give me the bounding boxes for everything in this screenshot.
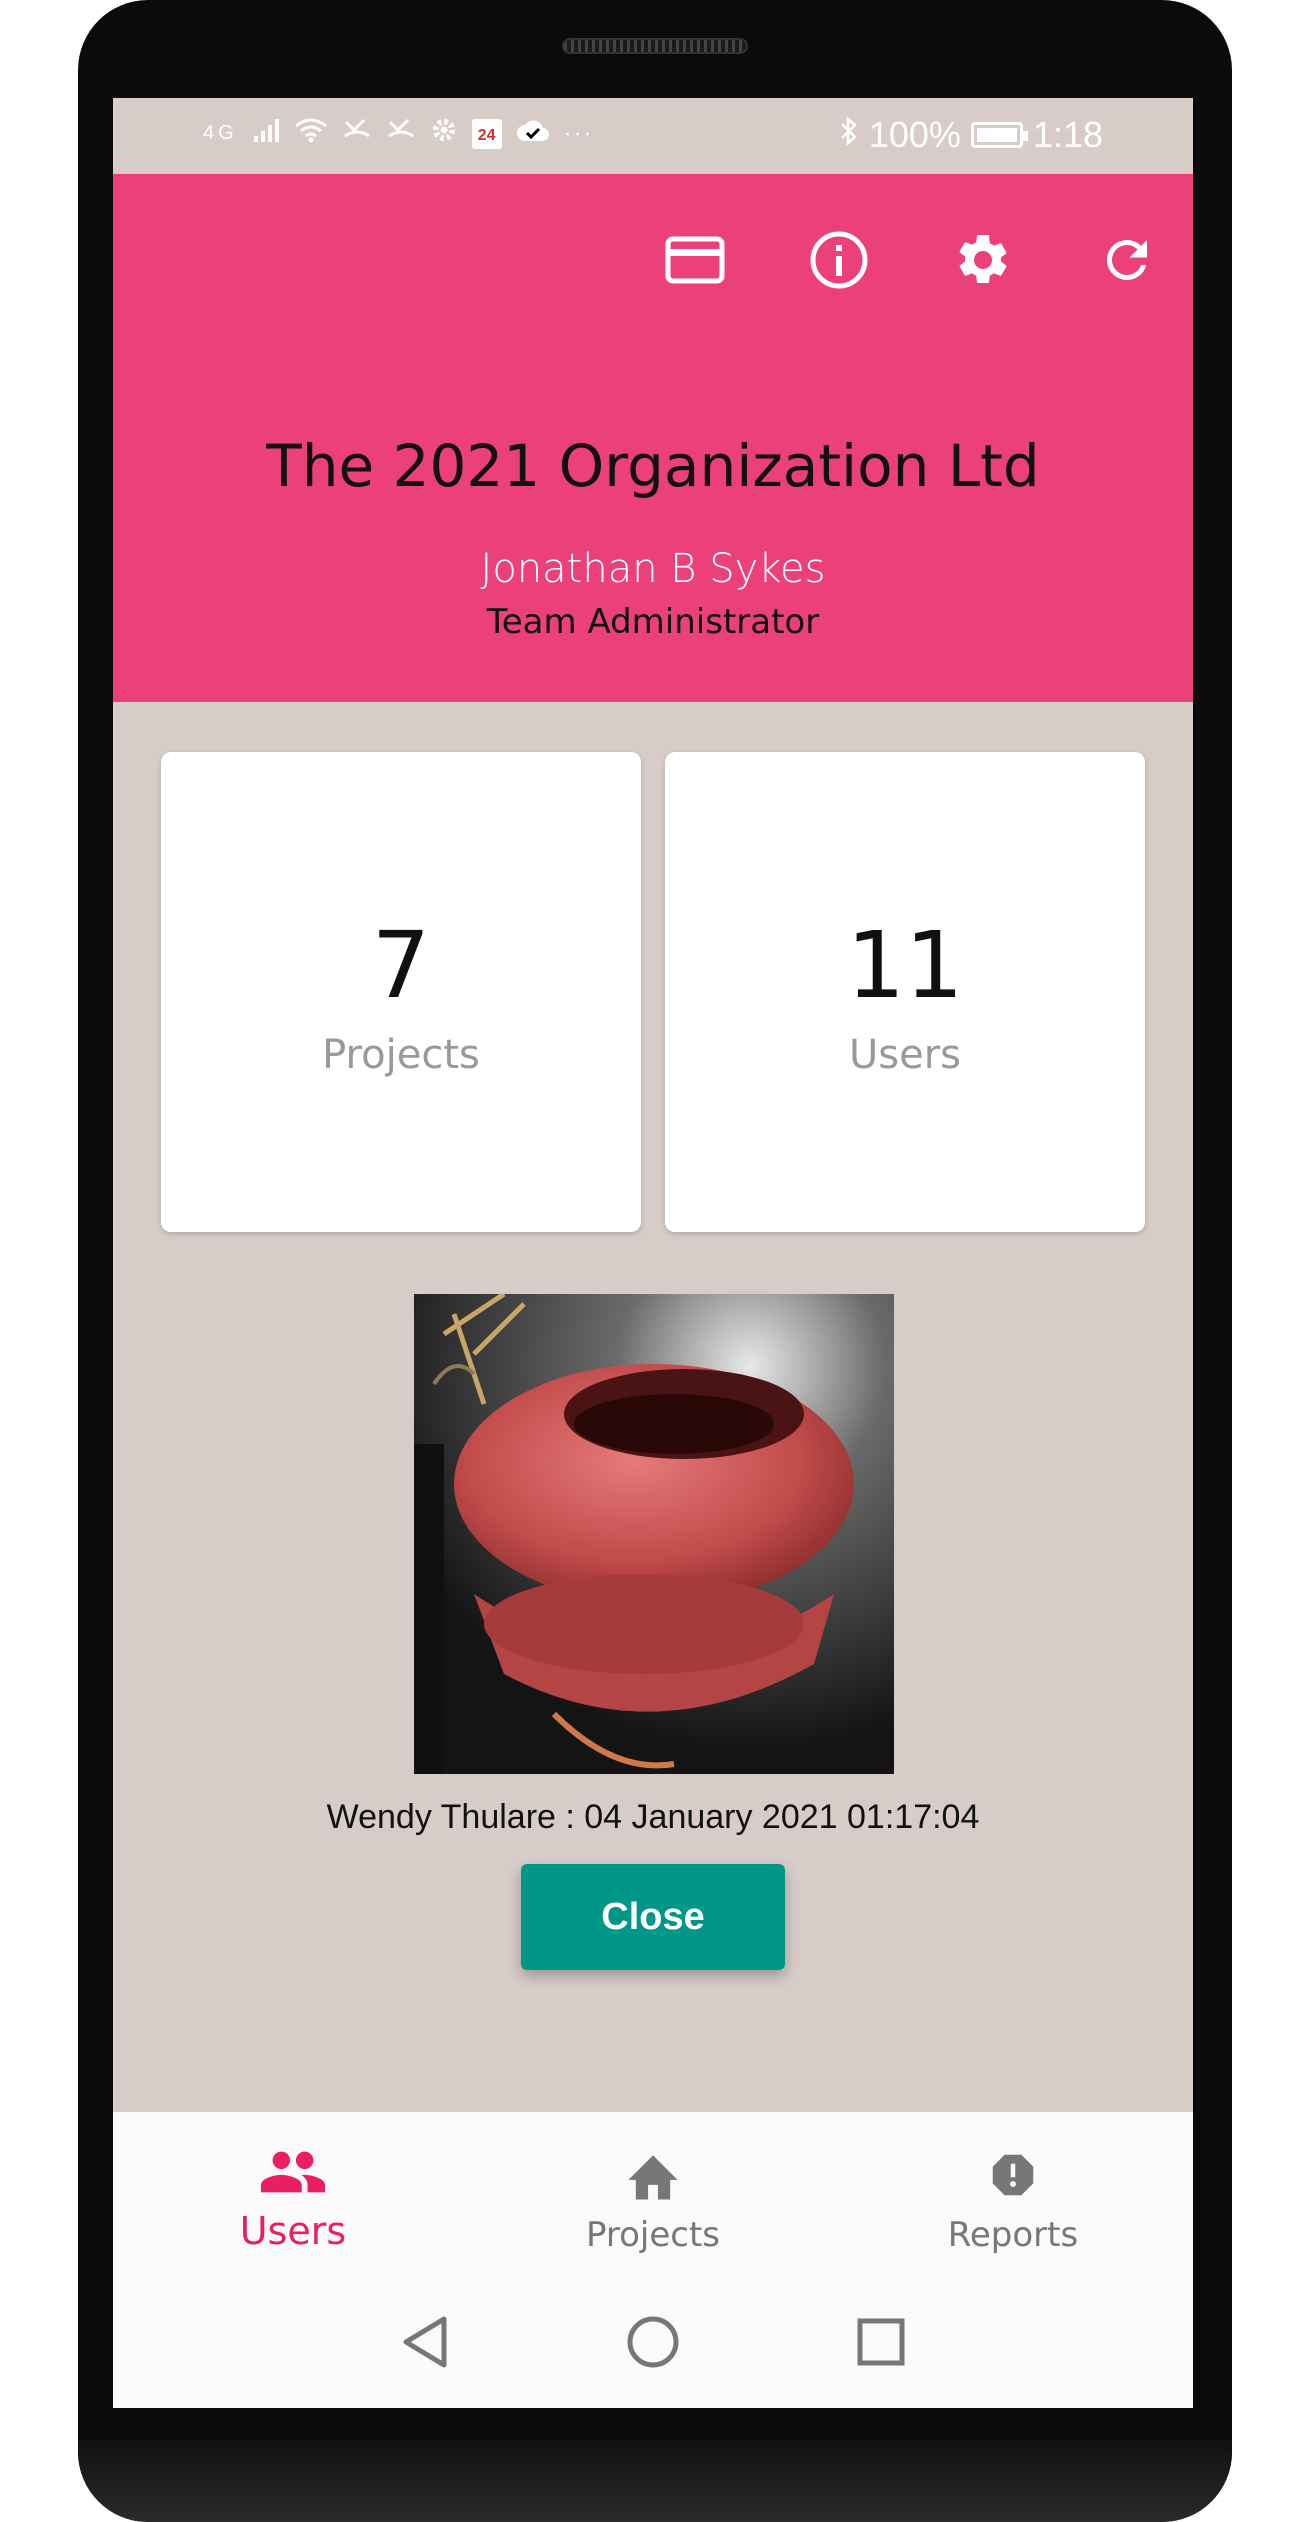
refresh-icon[interactable]: [1097, 230, 1157, 290]
gear-icon: [430, 116, 458, 151]
photo-caption: Wendy Thulare : 04 January 2021 01:17:04: [326, 1798, 980, 1836]
info-icon[interactable]: [809, 230, 869, 290]
missed-call-icon: [342, 116, 372, 151]
projects-label: Projects: [322, 1032, 480, 1078]
back-icon[interactable]: [400, 2315, 450, 2374]
projects-count: 7: [371, 912, 431, 1019]
bluetooth-icon: [839, 114, 859, 156]
nav-label-users: Users: [239, 2209, 347, 2253]
bottom-navigation: Users Projects Reports: [113, 2112, 1193, 2280]
speaker-grille: [562, 38, 748, 54]
projects-stat-card[interactable]: 7 Projects: [161, 752, 641, 1232]
calendar-icon: 24: [471, 118, 502, 149]
cloud-icon: [516, 117, 550, 150]
home-circle-icon[interactable]: [626, 2315, 680, 2374]
signal-icon: [252, 116, 280, 151]
settings-icon[interactable]: [953, 230, 1013, 290]
system-navigation-bar: [113, 2280, 1193, 2408]
battery-percent: 100%: [868, 114, 961, 155]
credit-card-icon[interactable]: [665, 230, 725, 290]
wifi-icon: [294, 116, 328, 151]
app-screen: The 2021 Organization Ltd Jonathan B Syk…: [113, 98, 1193, 2408]
phone-bottom-bezel: [78, 2440, 1232, 2522]
organization-title: The 2021 Organization Ltd: [266, 432, 1040, 500]
clock: 1:18: [1032, 114, 1103, 155]
more-notifications: ···: [563, 119, 594, 147]
home-icon: [623, 2148, 683, 2207]
nav-item-projects[interactable]: Projects: [473, 2112, 833, 2280]
users-count: 11: [846, 912, 964, 1019]
nav-label-reports: Reports: [947, 2215, 1079, 2255]
recents-icon[interactable]: [856, 2317, 906, 2372]
user-photo: [414, 1294, 894, 1774]
nav-item-users[interactable]: Users: [113, 2112, 473, 2280]
user-role: Team Administrator: [486, 602, 820, 642]
user-name: Jonathan B Sykes: [480, 546, 826, 592]
missed-call-icon-2: [386, 116, 416, 151]
nav-item-reports[interactable]: Reports: [833, 2112, 1193, 2280]
header-toolbar: [665, 230, 1157, 290]
users-label: Users: [848, 1032, 961, 1078]
status-bar: 4G 24 ··· 100% 1:18: [113, 98, 1193, 174]
status-right: 100% 1:18: [839, 114, 1103, 156]
app-header: The 2021 Organization Ltd Jonathan B Syk…: [113, 174, 1193, 702]
users-stat-card[interactable]: 11 Users: [665, 752, 1145, 1232]
network-type: 4G: [203, 122, 238, 144]
nav-label-projects: Projects: [585, 2215, 721, 2255]
close-button[interactable]: Close: [521, 1864, 785, 1970]
status-left: 4G 24 ···: [203, 116, 594, 151]
users-icon: [258, 2148, 328, 2201]
battery-icon: [970, 122, 1028, 148]
alert-icon: [983, 2148, 1043, 2207]
